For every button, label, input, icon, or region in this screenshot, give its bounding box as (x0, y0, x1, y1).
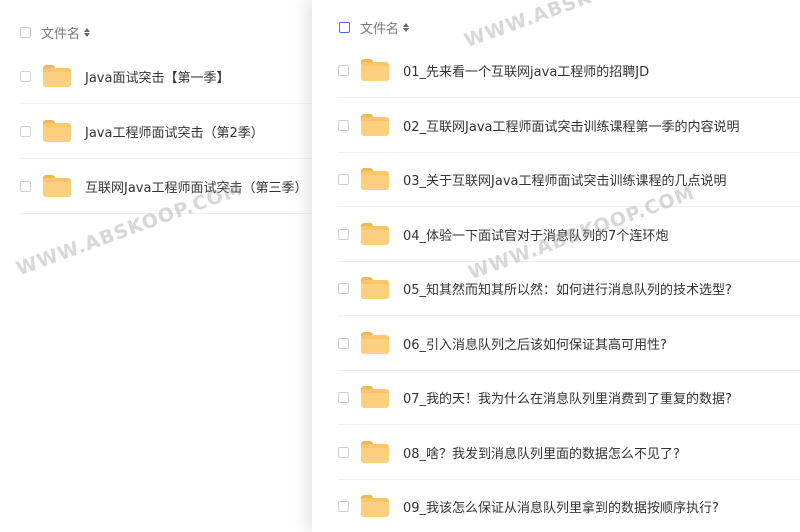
folder-icon (43, 120, 71, 142)
list-item[interactable]: 02_互联网Java工程师面试突击训练课程第一季的内容说明 (338, 98, 800, 153)
list-item[interactable]: 01_先来看一个互联网java工程师的招聘JD (338, 43, 800, 98)
left-file-list-panel: 文件名 Java面试突击【第一季】 Java工程师面试突击（第2季） 互联网Ja… (0, 0, 322, 532)
left-filename-column-header[interactable]: 文件名 (41, 23, 80, 42)
folder-name[interactable]: 08_啥？我发到消息队列里面的数据怎么不见了? (403, 443, 680, 462)
list-item[interactable]: 06_引入消息队列之后该如何保证其高可用性? (338, 316, 800, 371)
list-item[interactable]: 04_体验一下面试官对于消息队列的7个连环炮 (338, 207, 800, 262)
list-item[interactable]: 07_我的天！我为什么在消息队列里消费到了重复的数据? (338, 370, 800, 425)
folder-name[interactable]: 01_先来看一个互联网java工程师的招聘JD (403, 61, 649, 80)
folder-name[interactable]: 06_引入消息队列之后该如何保证其高可用性? (403, 334, 667, 353)
folder-name[interactable]: 02_互联网Java工程师面试突击训练课程第一季的内容说明 (403, 116, 740, 135)
list-item[interactable]: 03_关于互联网Java工程师面试突击训练课程的几点说明 (338, 152, 800, 207)
folder-name[interactable]: 03_关于互联网Java工程师面试突击训练课程的几点说明 (403, 170, 727, 189)
row-checkbox[interactable] (338, 119, 349, 131)
left-list-header: 文件名 (20, 23, 91, 42)
list-item[interactable]: Java工程师面试突击（第2季） (20, 104, 322, 159)
folder-name[interactable]: Java面试突击【第一季】 (85, 67, 229, 86)
folder-icon (43, 175, 71, 197)
sort-icon[interactable] (403, 23, 410, 32)
folder-icon (361, 277, 389, 299)
folder-icon (361, 114, 389, 136)
folder-name[interactable]: 07_我的天！我为什么在消息队列里消费到了重复的数据? (403, 388, 732, 407)
row-checkbox[interactable] (20, 70, 31, 82)
row-checkbox[interactable] (20, 180, 31, 192)
row-checkbox[interactable] (338, 500, 349, 512)
folder-name[interactable]: 04_体验一下面试官对于消息队列的7个连环炮 (403, 225, 668, 244)
right-filename-column-header[interactable]: 文件名 (360, 18, 399, 37)
folder-icon (43, 65, 71, 87)
right-file-list-panel: 文件名 01_先来看一个互联网java工程师的招聘JD 02_互联网Java工程… (312, 0, 800, 532)
folder-icon (361, 168, 389, 190)
list-item[interactable]: 09_我该怎么保证从消息队列里拿到的数据按顺序执行? (338, 479, 800, 532)
row-checkbox[interactable] (338, 282, 349, 294)
right-select-all-checkbox[interactable] (339, 22, 350, 33)
folder-icon (361, 59, 389, 81)
left-select-all-checkbox[interactable] (20, 27, 31, 38)
row-checkbox[interactable] (338, 173, 349, 185)
sort-icon[interactable] (84, 28, 91, 37)
row-checkbox[interactable] (338, 228, 349, 240)
folder-name[interactable]: 互联网Java工程师面试突击（第三季） (85, 177, 307, 196)
row-checkbox[interactable] (338, 391, 349, 403)
row-checkbox[interactable] (338, 337, 349, 349)
right-list-header: 文件名 (339, 18, 410, 37)
folder-icon (361, 386, 389, 408)
list-item[interactable]: Java面试突击【第一季】 (20, 49, 322, 104)
row-checkbox[interactable] (338, 446, 349, 458)
folder-icon (361, 495, 389, 517)
folder-icon (361, 223, 389, 245)
folder-name[interactable]: 09_我该怎么保证从消息队列里拿到的数据按顺序执行? (403, 497, 719, 516)
folder-icon (361, 441, 389, 463)
list-item[interactable]: 互联网Java工程师面试突击（第三季） (20, 159, 322, 214)
list-item[interactable]: 08_啥？我发到消息队列里面的数据怎么不见了? (338, 425, 800, 480)
list-item[interactable]: 05_知其然而知其所以然：如何进行消息队列的技术选型? (338, 261, 800, 316)
row-checkbox[interactable] (338, 64, 349, 76)
folder-name[interactable]: Java工程师面试突击（第2季） (85, 122, 264, 141)
row-checkbox[interactable] (20, 125, 31, 137)
folder-icon (361, 332, 389, 354)
folder-name[interactable]: 05_知其然而知其所以然：如何进行消息队列的技术选型? (403, 279, 732, 298)
